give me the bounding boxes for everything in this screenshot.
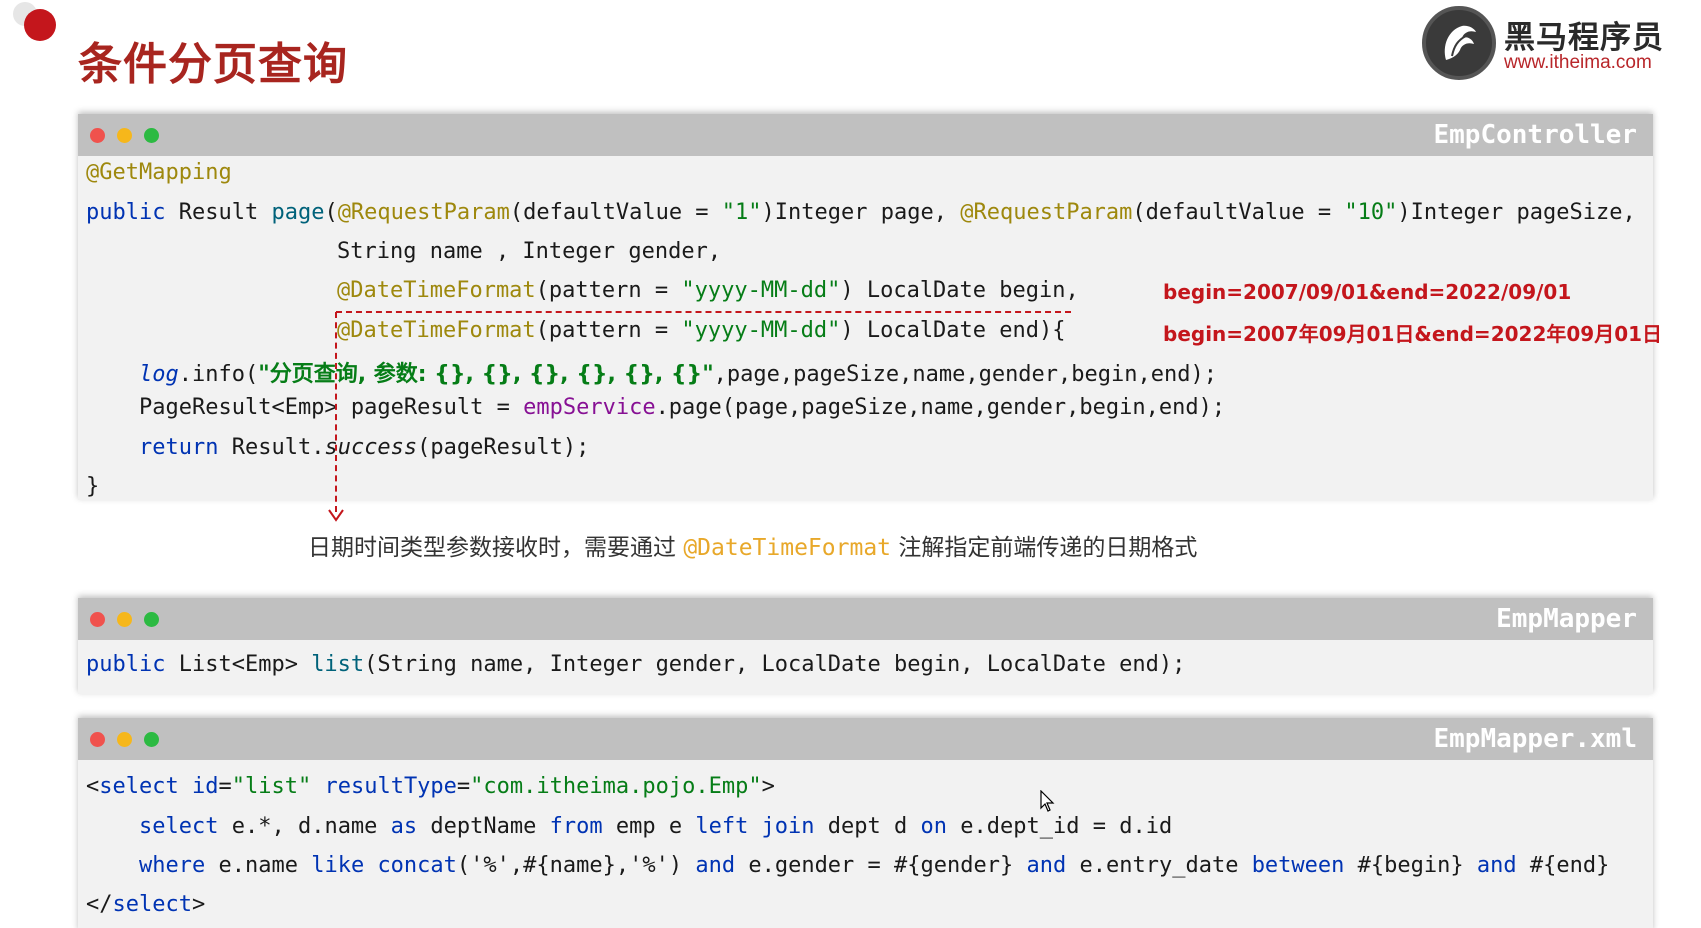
- code-line: public List<Emp> list(String name, Integ…: [86, 652, 1186, 677]
- horse-logo-icon: [1422, 6, 1496, 80]
- code-line: <select id="list" resultType="com.itheim…: [86, 774, 775, 799]
- logo-name: 黑马程序员: [1504, 20, 1664, 56]
- maximize-dot-icon: [144, 612, 159, 627]
- code-line: select e.*, d.name as deptName from emp …: [139, 814, 1173, 839]
- close-dot-icon: [90, 732, 105, 747]
- code-line: public Result page(@RequestParam(default…: [86, 200, 1636, 225]
- panel-titlebar: EmpMapper.xml: [78, 718, 1653, 760]
- date-format-example-2: begin=2007年09月01日&end=2022年09月01日: [1163, 322, 1663, 346]
- title-bullet: [24, 9, 56, 41]
- arrow-down-icon: [328, 509, 344, 522]
- code-line: return Result.success(pageResult);: [139, 435, 590, 460]
- date-format-example-1: begin=2007/09/01&end=2022/09/01: [1163, 280, 1572, 304]
- code-block: public List<Emp> list(String name, Integ…: [78, 640, 1653, 715]
- code-line: PageResult<Emp> pageResult = empService.…: [139, 395, 1226, 420]
- code-line: }: [86, 474, 100, 499]
- panel-title: EmpMapper: [1496, 604, 1637, 634]
- close-dot-icon: [90, 128, 105, 143]
- close-dot-icon: [90, 612, 105, 627]
- annotation-caption: 日期时间类型参数接收时，需要通过 @DateTimeFormat 注解指定前端传…: [308, 535, 1198, 561]
- dashed-connector-vertical: [335, 312, 337, 512]
- xml-code-panel: EmpMapper.xml <select id="list" resultTy…: [78, 718, 1653, 928]
- maximize-dot-icon: [144, 732, 159, 747]
- panel-titlebar: EmpMapper: [78, 598, 1653, 640]
- panel-title: EmpMapper.xml: [1433, 724, 1638, 754]
- minimize-dot-icon: [117, 732, 132, 747]
- maximize-dot-icon: [144, 128, 159, 143]
- panel-title: EmpController: [1433, 120, 1638, 150]
- code-line: @GetMapping: [86, 160, 232, 185]
- code-line: where e.name like concat('%',#{name},'%'…: [139, 853, 1610, 878]
- logo-url: www.itheima.com: [1504, 52, 1652, 73]
- code-line: </select>: [86, 892, 206, 917]
- controller-code-panel: EmpController @GetMapping public Result …: [78, 114, 1653, 500]
- mouse-cursor-icon: [1040, 790, 1055, 812]
- minimize-dot-icon: [117, 612, 132, 627]
- page-title: 条件分页查询: [78, 39, 348, 90]
- minimize-dot-icon: [117, 128, 132, 143]
- code-line: @DateTimeFormat(pattern = "yyyy-MM-dd") …: [337, 278, 1079, 303]
- code-line: log.info("分页查询, 参数: {}, {}, {}, {}, {}, …: [139, 362, 1217, 387]
- dashed-connector: [336, 311, 1071, 313]
- code-block: <select id="list" resultType="com.itheim…: [78, 760, 1653, 917]
- mapper-code-panel: EmpMapper public List<Emp> list(String n…: [78, 598, 1653, 694]
- brand-logo: 黑马程序员 www.itheima.com: [1420, 4, 1680, 80]
- panel-titlebar: EmpController: [78, 114, 1653, 156]
- code-line: String name , Integer gender,: [337, 239, 722, 264]
- code-line: @DateTimeFormat(pattern = "yyyy-MM-dd") …: [337, 318, 1066, 343]
